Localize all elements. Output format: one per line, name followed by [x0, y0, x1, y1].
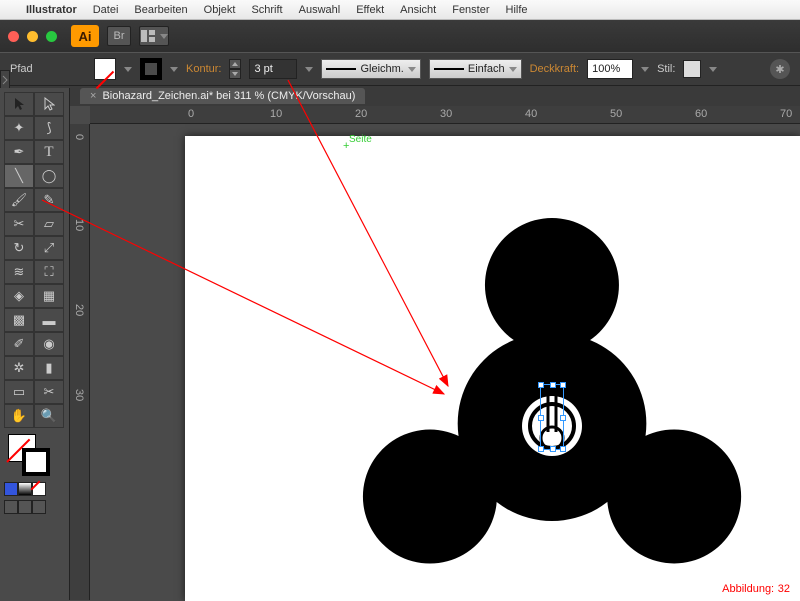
lasso-tool[interactable]: ⟆: [34, 116, 64, 140]
canvas-area[interactable]: + Seite: [90, 124, 800, 600]
bridge-button[interactable]: Br: [107, 26, 131, 46]
opacity-input[interactable]: 100%: [587, 59, 633, 79]
menu-bearbeiten[interactable]: Bearbeiten: [134, 4, 187, 16]
shape-builder-tool[interactable]: ◈: [4, 284, 34, 308]
grid-icon: [141, 30, 157, 42]
menu-schrift[interactable]: Schrift: [251, 4, 282, 16]
workspace: 0 10 20 30 40 50 60 70 0 10 20 30 + Seit…: [70, 106, 800, 600]
mesh-tool[interactable]: ▩: [4, 308, 34, 332]
close-tab-icon[interactable]: ×: [90, 90, 96, 102]
pen-tool[interactable]: ✒: [4, 140, 34, 164]
minimize-window-button[interactable]: [27, 31, 38, 42]
stroke-dropdown-caret[interactable]: [170, 67, 178, 72]
maximize-window-button[interactable]: [46, 31, 57, 42]
menu-fenster[interactable]: Fenster: [452, 4, 489, 16]
panel-menu-gear-icon[interactable]: ✱: [770, 59, 790, 79]
gradient-tool[interactable]: ▬: [34, 308, 64, 332]
fill-dropdown-caret[interactable]: [124, 67, 132, 72]
style-label: Stil:: [657, 63, 675, 75]
stroke-label: Kontur:: [186, 63, 221, 75]
document-title: Biohazard_Zeichen.ai* bei 311 % (CMYK/Vo…: [102, 90, 355, 102]
menu-datei[interactable]: Datei: [93, 4, 119, 16]
collapsed-panel-handle[interactable]: [0, 70, 10, 90]
slice-tool[interactable]: ✂: [34, 380, 64, 404]
document-tab[interactable]: × Biohazard_Zeichen.ai* bei 311 % (CMYK/…: [80, 88, 365, 104]
arrange-documents-button[interactable]: [139, 26, 169, 46]
style-caret[interactable]: [709, 67, 717, 72]
tools-panel: ✦⟆ ✒T ╲◯ 🖌✎ ✂▱ ↻⤢ ≋⛶ ◈▦ ▩▬ ✐◉ ✲▮ ▭✂ ✋🔍: [0, 88, 70, 600]
vertical-ruler[interactable]: 0 10 20 30: [70, 124, 90, 600]
artboard[interactable]: + Seite: [185, 136, 800, 601]
menu-ansicht[interactable]: Ansicht: [400, 4, 436, 16]
os-menubar: Illustrator Datei Bearbeiten Objekt Schr…: [0, 0, 800, 20]
horizontal-ruler[interactable]: 0 10 20 30 40 50 60 70: [90, 106, 800, 124]
paintbrush-tool[interactable]: 🖌: [4, 188, 34, 212]
figure-annotation: Abbildung: 32: [722, 580, 790, 595]
pencil-tool[interactable]: ✎: [34, 188, 64, 212]
document-tab-strip: × Biohazard_Zeichen.ai* bei 311 % (CMYK/…: [0, 86, 800, 106]
opacity-caret[interactable]: [641, 67, 649, 72]
menu-hilfe[interactable]: Hilfe: [506, 4, 528, 16]
rotate-tool[interactable]: ↻: [4, 236, 34, 260]
ellipse-tool[interactable]: ◯: [34, 164, 64, 188]
opacity-label: Deckkraft:: [530, 63, 580, 75]
color-mode-buttons[interactable]: [4, 482, 65, 496]
eraser-tool[interactable]: ▱: [34, 212, 64, 236]
artwork-biohazard: [185, 136, 800, 601]
symbol-sprayer-tool[interactable]: ✲: [4, 356, 34, 380]
magic-wand-tool[interactable]: ✦: [4, 116, 34, 140]
width-tool[interactable]: ≋: [4, 260, 34, 284]
hand-tool[interactable]: ✋: [4, 404, 34, 428]
graphic-style-swatch[interactable]: [683, 60, 701, 78]
fill-stroke-indicator[interactable]: [4, 434, 54, 480]
artboard-tool[interactable]: ▭: [4, 380, 34, 404]
stroke-swatch[interactable]: [140, 58, 162, 80]
fill-swatch[interactable]: [94, 58, 116, 80]
blend-tool[interactable]: ◉: [34, 332, 64, 356]
app-menu[interactable]: Illustrator: [26, 4, 77, 16]
blob-brush-tool[interactable]: ✂: [4, 212, 34, 236]
menu-effekt[interactable]: Effekt: [356, 4, 384, 16]
stroke-weight-input[interactable]: 3 pt: [249, 59, 297, 79]
column-graph-tool[interactable]: ▮: [34, 356, 64, 380]
line-segment-tool[interactable]: ╲: [4, 164, 34, 188]
app-titlebar: Ai Br: [0, 20, 800, 52]
perspective-grid-tool[interactable]: ▦: [34, 284, 64, 308]
brush-definition-dropdown[interactable]: Einfach: [429, 59, 522, 79]
selection-tool[interactable]: [4, 92, 34, 116]
app-badge: Ai: [71, 25, 99, 47]
zoom-tool[interactable]: 🔍: [34, 404, 64, 428]
stroke-weight-stepper[interactable]: [229, 59, 241, 79]
menu-objekt[interactable]: Objekt: [204, 4, 236, 16]
type-tool[interactable]: T: [34, 140, 64, 164]
eyedropper-tool[interactable]: ✐: [4, 332, 34, 356]
control-bar: Pfad Kontur: 3 pt Gleichm. Einfach Deckk…: [0, 52, 800, 86]
free-transform-tool[interactable]: ⛶: [34, 260, 64, 284]
close-window-button[interactable]: [8, 31, 19, 42]
scale-tool[interactable]: ⤢: [34, 236, 64, 260]
selection-type-label: Pfad: [10, 63, 58, 75]
direct-selection-tool[interactable]: [34, 92, 64, 116]
variable-width-profile-dropdown[interactable]: Gleichm.: [321, 59, 420, 79]
menu-auswahl[interactable]: Auswahl: [299, 4, 341, 16]
stroke-weight-caret[interactable]: [305, 67, 313, 72]
screen-mode-buttons[interactable]: [4, 500, 65, 514]
selection-bounding-box[interactable]: [540, 384, 564, 450]
